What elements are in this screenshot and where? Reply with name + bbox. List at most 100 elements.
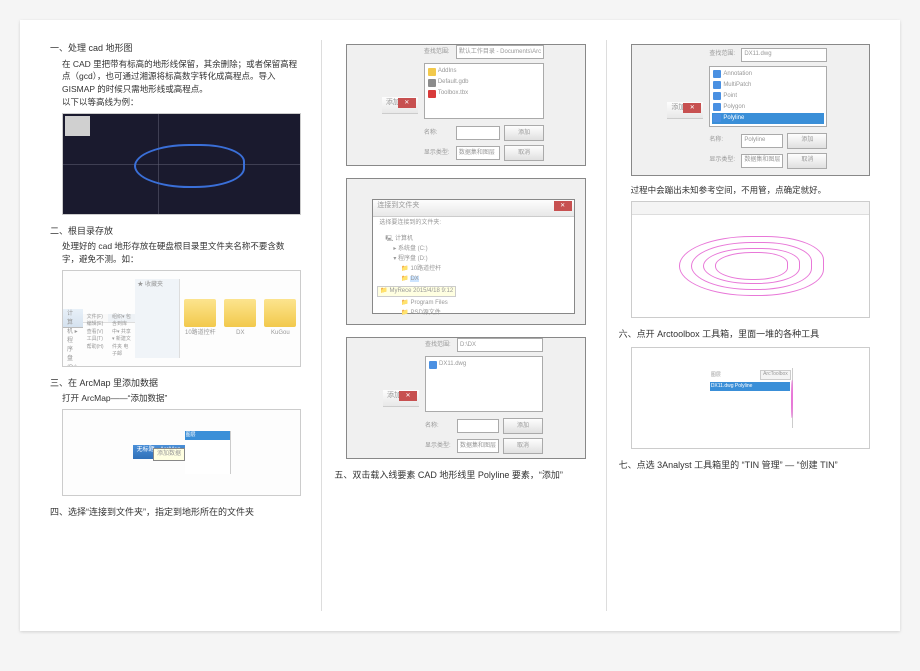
type-label: 显示类型: bbox=[425, 442, 453, 451]
name-input[interactable]: Polyline bbox=[741, 134, 783, 148]
lookfor-label: 查找范围: bbox=[424, 48, 452, 57]
contour-toolbar bbox=[632, 202, 869, 215]
explorer-toolbar: 组织▾ 包含到库中▾ 共享▾ 新建文件夹 电子邮 bbox=[108, 314, 135, 323]
list-item[interactable]: Annotation bbox=[712, 69, 824, 80]
folder-icon bbox=[428, 68, 436, 76]
feature-icon bbox=[713, 114, 721, 122]
file-list[interactable]: Annotation MultiPatch Point Polygon Poly… bbox=[709, 66, 827, 127]
lookfor-label: 查找范围: bbox=[425, 341, 453, 350]
tree-text: 系统盘 (C:) bbox=[398, 246, 428, 252]
section-1-body1: 在 CAD 里把带有标高的地形线保留，其余删除；或者保留高程点（gcd），也可通… bbox=[50, 58, 301, 96]
section-6-title: 六、点开 Arctoolbox 工具箱，里面一堆的各种工具 bbox=[619, 328, 870, 342]
cad-toolbar-icon bbox=[65, 116, 90, 136]
contour-line bbox=[715, 252, 788, 279]
lookfor-input[interactable]: DX11.dwg bbox=[741, 48, 827, 62]
arcmap-layer-label: 图层 bbox=[185, 431, 230, 441]
tree-item[interactable]: ▸ 系统盘 (C:) bbox=[377, 245, 569, 254]
close-icon[interactable]: ✕ bbox=[683, 103, 701, 113]
list-item[interactable]: DX11.dwg bbox=[428, 359, 540, 370]
tree-text: 程序盘 (D:) bbox=[398, 256, 428, 262]
column-2: 添加数据✕ 查找范围: 默认工作目录 - Documents\Arc AddIns… bbox=[321, 40, 585, 611]
item-text: Polyline bbox=[723, 114, 744, 123]
section-1-title: 一、处理 cad 地形图 bbox=[50, 42, 301, 56]
explorer-menu: 文件(F) 编辑(E) 查看(V) 工具(T) 帮助(H) bbox=[83, 314, 108, 323]
folder-item: KuGou bbox=[264, 299, 296, 338]
folder-icon bbox=[224, 299, 256, 327]
arctoolbox-panel-label: ArcToolbox bbox=[760, 370, 791, 380]
tree-item[interactable]: 📁 PSD源文件 bbox=[377, 309, 569, 318]
folder-icon bbox=[264, 299, 296, 327]
tree-text: DX bbox=[410, 276, 418, 282]
toc-polyline[interactable]: DX11.dwg Polyline bbox=[710, 382, 790, 392]
section-4-title: 四、选择“连接到文件夹”，指定到地形所在的文件夹 bbox=[50, 506, 301, 520]
add-button[interactable]: 添加 bbox=[787, 133, 827, 149]
tree-item[interactable]: 📁 Program Files bbox=[377, 299, 569, 308]
inner-subtitle: 选择要连接到的文件夹: bbox=[373, 217, 573, 230]
list-item-selected[interactable]: Polyline bbox=[712, 113, 824, 124]
list-item[interactable]: Default.gdb bbox=[427, 77, 541, 88]
dialog-title: 添加数据✕ bbox=[667, 102, 703, 119]
tree-item[interactable]: 🖳 计算机 bbox=[377, 235, 569, 244]
item-text: DX11.dwg bbox=[439, 360, 466, 369]
folder-item: DX bbox=[224, 299, 256, 338]
folder-label: KuGou bbox=[264, 329, 296, 338]
close-icon[interactable]: ✕ bbox=[554, 201, 572, 211]
name-input[interactable] bbox=[457, 419, 499, 433]
name-label: 名称: bbox=[425, 422, 453, 431]
item-text: MultiPatch bbox=[723, 81, 751, 90]
section-7-title: 七、点选 3Analyst 工具箱里的 “TIN 管理” — “创建 TIN” bbox=[619, 459, 870, 473]
list-item[interactable]: Point bbox=[712, 91, 824, 102]
type-input[interactable]: 数据集和图层 bbox=[456, 146, 500, 160]
list-item[interactable]: Polygon bbox=[712, 102, 824, 113]
file-list[interactable]: DX11.dwg bbox=[425, 356, 543, 412]
item-text: Point bbox=[723, 92, 737, 101]
note-1: 过程中会蹦出未知参考空间，不用管，点确定就好。 bbox=[619, 184, 870, 197]
list-item[interactable]: AddIns bbox=[427, 66, 541, 77]
inner-dialog-title: 连接到文件夹✕ bbox=[373, 200, 573, 217]
tree-text: 计算机 bbox=[395, 236, 413, 242]
type-input[interactable]: 数据集和图层 bbox=[457, 439, 499, 453]
add-button[interactable]: 添加 bbox=[503, 418, 543, 434]
tree-text: 10路道控杆 bbox=[410, 266, 441, 272]
tree-item[interactable]: ▾ 程序盘 (D:) bbox=[377, 255, 569, 264]
tree-item[interactable]: 📁 DX bbox=[377, 275, 569, 284]
folder-tree[interactable]: 🖳 计算机 ▸ 系统盘 (C:) ▾ 程序盘 (D:) 📁 10路道控杆 📁 D… bbox=[373, 230, 573, 323]
item-text: Default.gdb bbox=[438, 78, 469, 87]
feature-icon bbox=[713, 81, 721, 89]
add-data-dialog-1: 添加数据✕ 查找范围:默认工作目录 - Documents\Arc AddIns… bbox=[346, 44, 585, 166]
section-3-body: 打开 ArcMap——“添加数据” bbox=[50, 392, 301, 405]
list-item[interactable]: Toolbox.tbx bbox=[427, 88, 541, 99]
item-text: Toolbox.tbx bbox=[438, 89, 468, 98]
file-list[interactable]: AddIns Default.gdb Toolbox.tbx bbox=[424, 63, 544, 119]
cancel-button[interactable]: 取消 bbox=[504, 145, 544, 161]
type-input[interactable]: 数据集和图层 bbox=[741, 154, 783, 168]
tree-text: PSD源文件 bbox=[410, 310, 440, 316]
cancel-button[interactable]: 取消 bbox=[503, 438, 543, 454]
tree-text: MyRece 2015/4/18 9:12 bbox=[389, 288, 453, 294]
item-text: Polygon bbox=[723, 103, 745, 112]
arctoolbox-screenshot: 图层 DX11.dwg Polyline ArcToolbox bbox=[631, 347, 870, 449]
contour-line bbox=[791, 380, 793, 418]
close-icon[interactable]: ✕ bbox=[398, 98, 416, 108]
feature-icon bbox=[713, 103, 721, 111]
column-1: 一、处理 cad 地形图 在 CAD 里把带有标高的地形线保留，其余删除；或者保… bbox=[50, 40, 301, 611]
feature-icon bbox=[713, 70, 721, 78]
tree-item[interactable]: 📁 10路道控杆 bbox=[377, 265, 569, 274]
tree-item[interactable]: 📁 MyRece 2015/4/18 9:12 bbox=[377, 286, 456, 297]
close-icon[interactable]: ✕ bbox=[399, 391, 417, 401]
folder-item: 10路道控杆 bbox=[184, 299, 216, 338]
contours-screenshot bbox=[631, 201, 870, 318]
item-text: Annotation bbox=[723, 70, 752, 79]
lookfor-input[interactable]: D:\DX bbox=[457, 338, 543, 352]
add-button[interactable]: 添加 bbox=[504, 125, 544, 141]
lookfor-input[interactable]: 默认工作目录 - Documents\Arc bbox=[456, 45, 544, 59]
section-1-body2: 以下以等高线为例： bbox=[50, 96, 301, 109]
feature-icon bbox=[713, 92, 721, 100]
cad-screenshot bbox=[62, 113, 301, 215]
add-data-dialog-4: 添加数据✕ 查找范围: DX11.dwg Annotation MultiPatc… bbox=[631, 44, 870, 176]
dialog-title: 添加数据✕ bbox=[383, 390, 419, 407]
lookfor-label: 查找范围: bbox=[709, 50, 737, 59]
name-input[interactable] bbox=[456, 126, 500, 140]
cancel-button[interactable]: 取消 bbox=[787, 153, 827, 169]
list-item[interactable]: MultiPatch bbox=[712, 80, 824, 91]
